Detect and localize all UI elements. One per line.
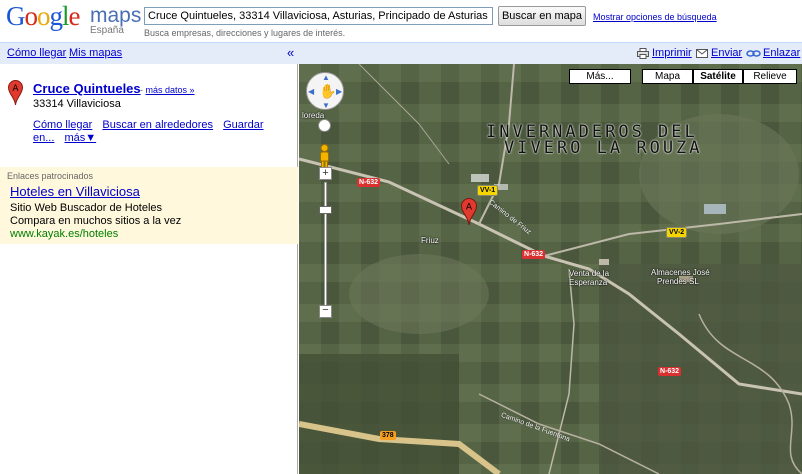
more-data-link[interactable]: más datos » [146,85,195,95]
map-type-more-button[interactable]: Más... [569,69,631,84]
collapse-sidebar-button[interactable]: « [287,45,294,60]
result-marker-icon[interactable]: A [8,80,23,106]
search-input[interactable] [144,7,493,25]
header: Google maps España Buscar en mapa Mostra… [0,0,802,42]
print-icon[interactable] [637,48,649,59]
road-tag-vv2: VV-2 [666,227,688,238]
pan-up-icon[interactable]: ▲ [322,73,330,82]
print-link[interactable]: Imprimir [652,47,692,59]
place-label: Esperanza [569,278,608,287]
ad-title-link[interactable]: Hoteles en Villaviciosa [10,184,140,199]
road-tag-378: 378 [380,431,396,440]
road-tag-vv1: VV-1 [477,185,499,196]
location-pin-icon[interactable]: A [461,198,477,226]
map-canvas[interactable]: INVERNADEROS DEL VIVERO LA ROUZA N-632 N… [299,64,802,474]
search-hint: Busca empresas, direcciones y lugares de… [144,28,346,38]
place-label: Venta de la [569,269,610,278]
ad-line: Sitio Web Buscador de Hoteles [10,202,163,214]
pan-down-icon[interactable]: ▼ [322,101,330,110]
sponsored-title: Enlaces patrocinados [7,171,94,181]
link-chain-icon[interactable] [746,48,761,59]
more-data: - más datos » [140,85,195,95]
zoom-out-button[interactable]: − [319,305,332,318]
map-type-map-button[interactable]: Mapa [642,69,693,84]
road-tag-n632: N-632 [658,367,682,376]
my-maps-link[interactable]: Mis mapas [69,47,122,59]
pan-right-icon[interactable]: ▶ [336,87,342,96]
place-label: Friuz [421,236,439,245]
search-button[interactable]: Buscar en mapa [498,6,586,26]
result-address: 33314 Villaviciosa [33,98,121,110]
action-more[interactable]: más▼ [64,132,96,144]
road-tag-n632: N-632 [357,178,381,187]
result-marker-label: A [12,84,19,94]
sponsored-links: Enlaces patrocinados Hoteles en Villavic… [0,167,298,244]
place-label: Almacenes José [651,268,710,277]
map-type-terrain-button[interactable]: Relieve [743,69,797,84]
send-link[interactable]: Enviar [711,47,742,59]
overlay-title-line2: VIVERO LA ROUZA [504,138,703,158]
hand-icon: ✋ [319,83,337,99]
location-pin-label: A [466,203,473,213]
pan-control[interactable]: ▲ ◀ ▶ ▼ ✋ [306,72,344,110]
logo-country: España [90,25,124,36]
zoom-in-button[interactable]: + [319,167,332,180]
pan-left-icon[interactable]: ◀ [308,87,314,96]
ad-url[interactable]: www.kayak.es/hoteles [10,228,118,240]
action-search-nearby[interactable]: Buscar en alrededores [102,119,213,131]
result-actions: Cómo llegar Buscar en alrededores Guarda… [33,119,283,145]
place-label: Prendes SL [657,277,699,286]
rotate-icon[interactable] [318,119,331,132]
result-title-link[interactable]: Cruce Quintueles [33,81,141,96]
sidebar: A Cruce Quintueles - más datos » 33314 V… [0,64,298,474]
toolbar: Cómo llegar Mis mapas « Imprimir Enviar … [0,42,802,64]
google-maps-logo[interactable]: Google maps España [6,1,141,39]
zoom-slider-track[interactable] [324,182,327,307]
action-directions[interactable]: Cómo llegar [33,119,92,131]
road-tag-n632: N-632 [522,250,546,259]
zoom-slider-thumb[interactable] [319,206,332,214]
email-icon[interactable] [696,48,708,59]
logo-google-text: Google [6,1,80,31]
directions-link[interactable]: Cómo llegar [7,47,66,59]
ad-line: Compara en muchos sitios a la vez [10,215,182,227]
link-link[interactable]: Enlazar [763,47,800,59]
map-type-satellite-button[interactable]: Satélite [693,69,743,84]
search-options-link[interactable]: Mostrar opciones de búsqueda [593,12,717,22]
